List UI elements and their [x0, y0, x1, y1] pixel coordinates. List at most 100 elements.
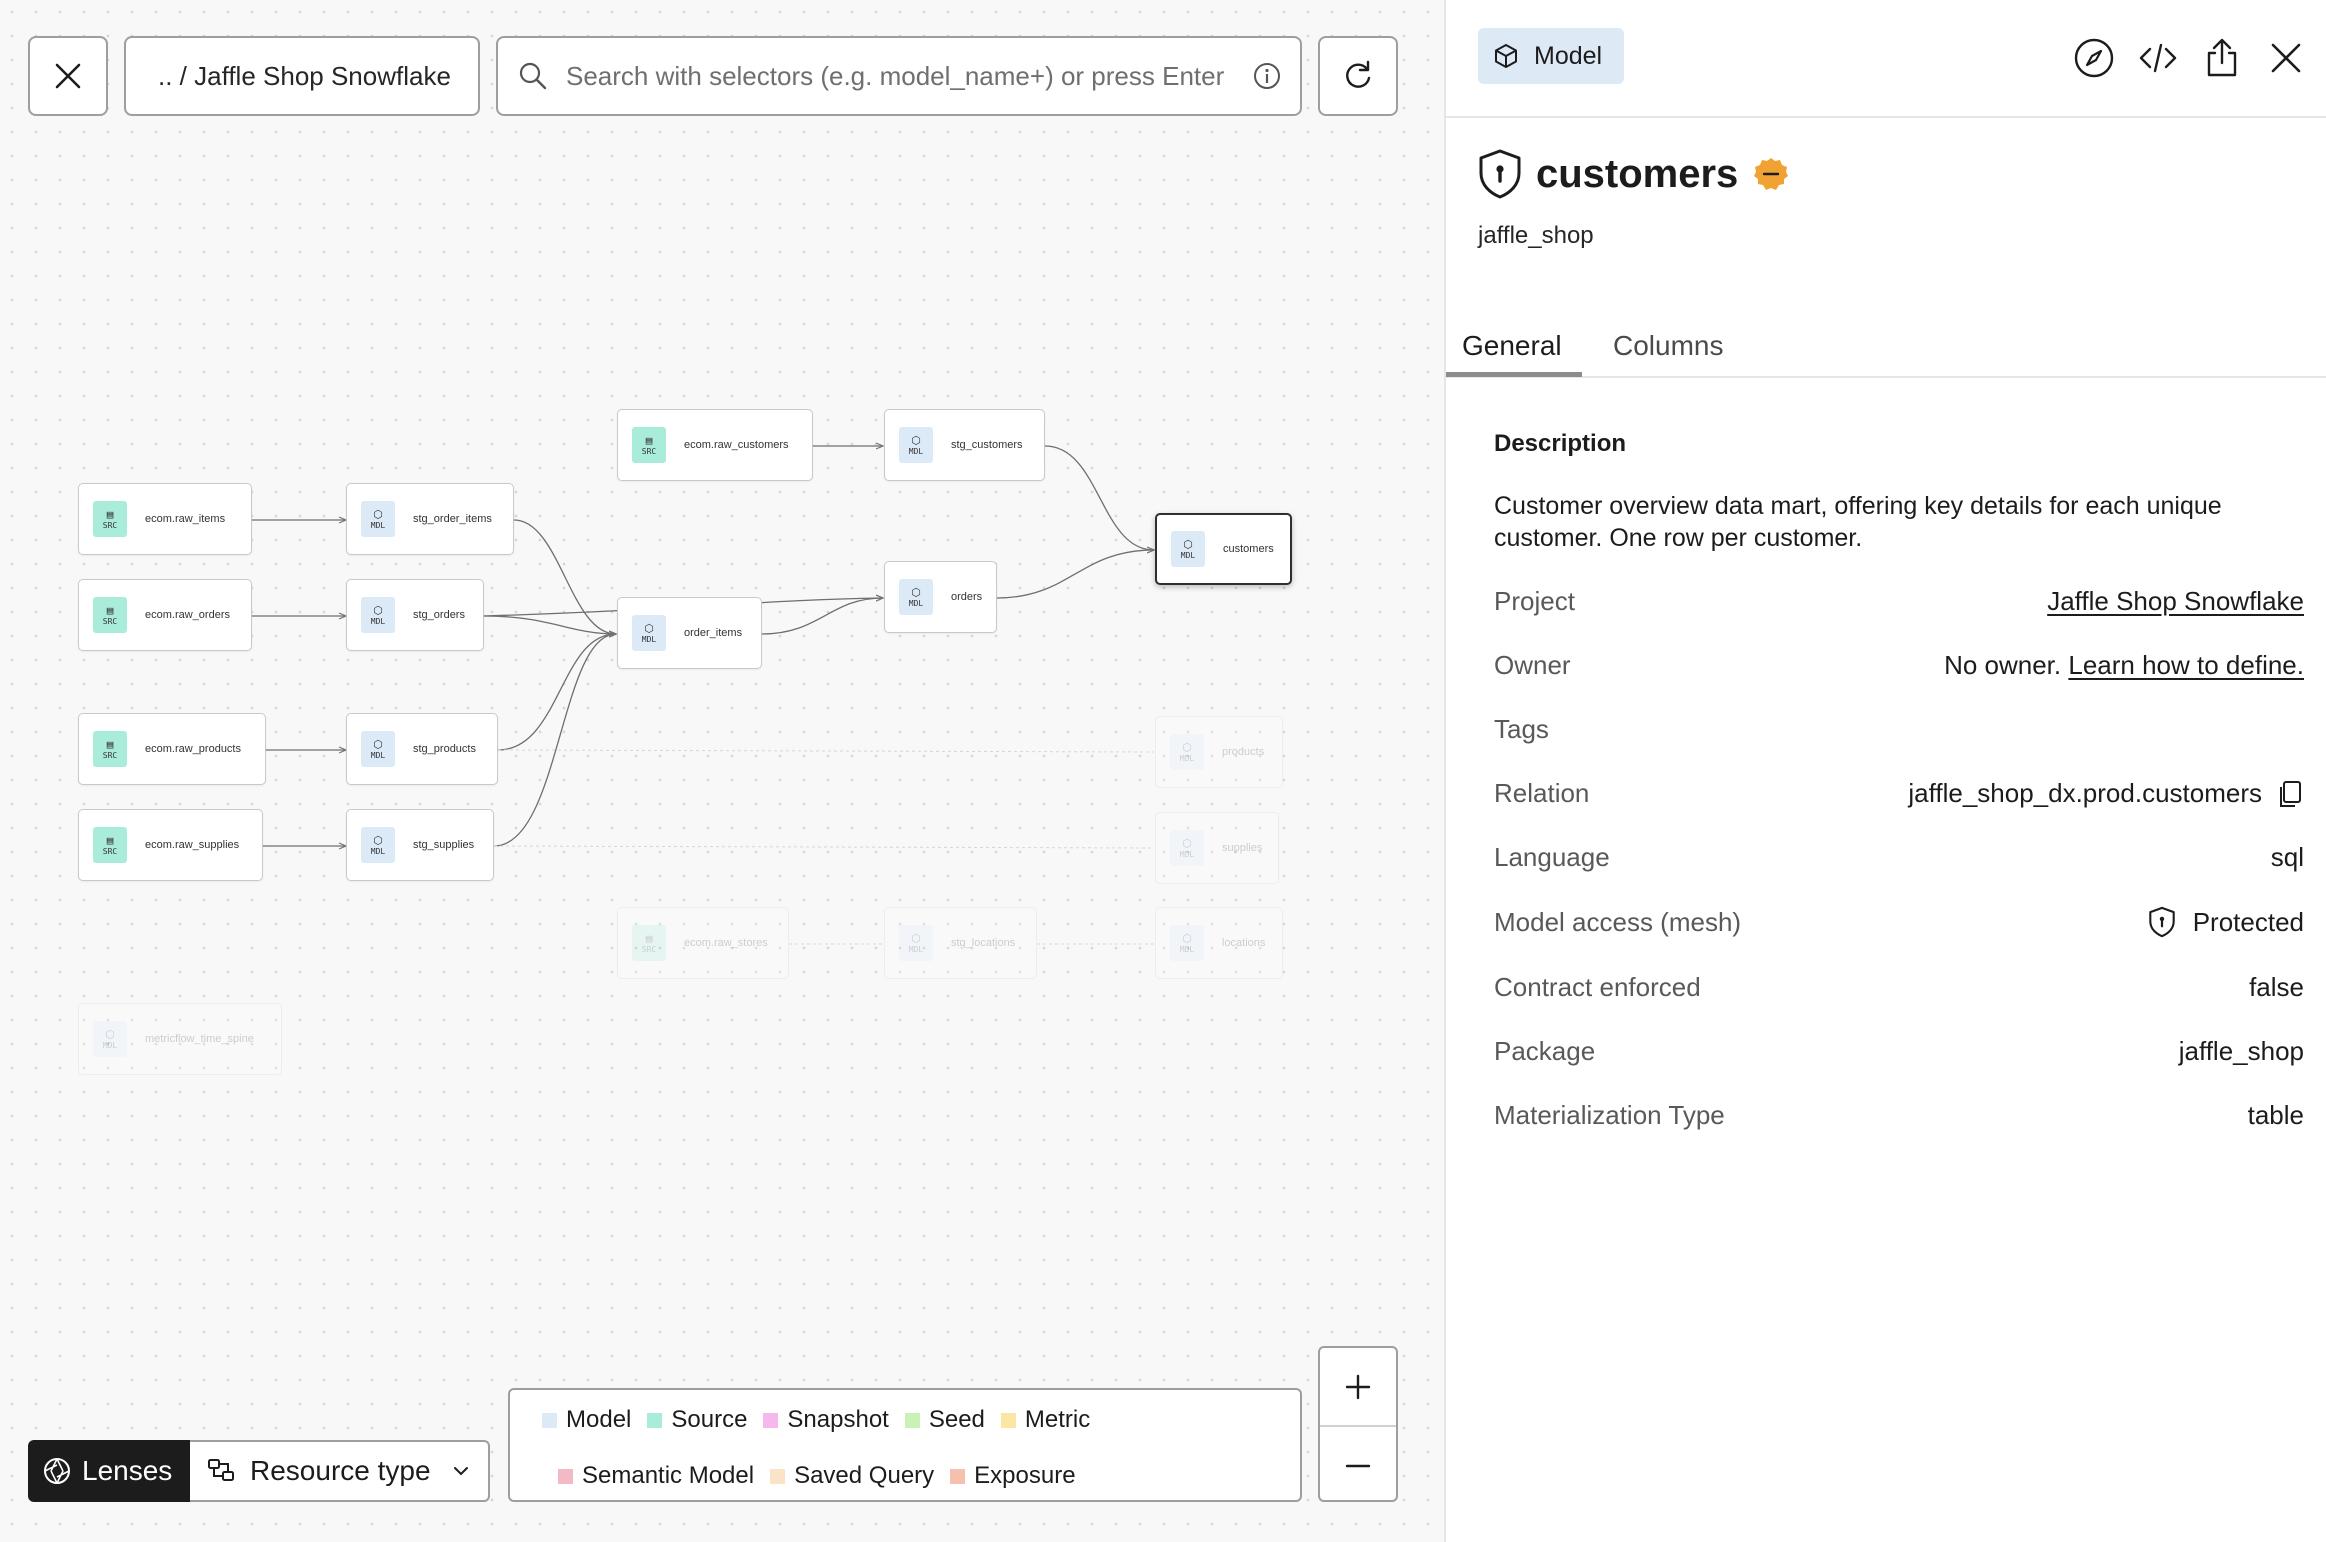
lineage-node[interactable]: ⬡ MDL supplies: [1155, 812, 1279, 884]
lineage-node[interactable]: ⬡ MDL order_items: [617, 597, 762, 669]
aperture-icon: [44, 1458, 70, 1484]
source-badge: ▤ SRC: [93, 827, 127, 863]
legend-item: Metric: [1000, 1406, 1090, 1434]
source-badge: ▤ SRC: [632, 925, 666, 961]
learn-owner-link[interactable]: Learn how to define.: [2068, 650, 2304, 681]
lineage-node[interactable]: ▤ SRC ecom.raw_customers: [617, 409, 813, 481]
node-label: customers: [1223, 543, 1274, 555]
legend-swatch: [542, 1412, 557, 1428]
property-key: Relation: [1494, 778, 1590, 808]
search-input[interactable]: [566, 60, 1242, 92]
lineage-node[interactable]: ⬡ MDL stg_supplies: [346, 809, 494, 881]
model-badge: ⬡ MDL: [361, 827, 395, 863]
materialization-value: table: [2247, 1100, 2304, 1130]
legend: Model Source Snapshot Seed Metric Semant…: [508, 1388, 1302, 1502]
lineage-node[interactable]: ⬡ MDL stg_products: [346, 713, 498, 785]
cube-icon: ⬡: [373, 833, 383, 847]
node-label: ecom.raw_stores: [684, 937, 768, 949]
compass-icon: [2074, 38, 2114, 78]
node-label: stg_products: [413, 743, 476, 755]
model-badge: ⬡ MDL: [361, 597, 395, 633]
lineage-node[interactable]: ⬡ MDL locations: [1155, 907, 1283, 979]
status-warning-icon[interactable]: [1754, 157, 1789, 191]
zoom-in-button[interactable]: [1320, 1348, 1396, 1425]
edge: [497, 634, 616, 751]
lineage-node[interactable]: ▤ SRC ecom.raw_stores: [617, 907, 789, 979]
description-heading: Description: [1494, 430, 1627, 457]
model-badge: ⬡ MDL: [1170, 925, 1204, 961]
model-badge: ⬡ MDL: [1170, 734, 1204, 770]
property-contract: Contract enforced false: [1494, 972, 2304, 1003]
node-label: metricflow_time_spine: [145, 1033, 254, 1045]
cube-icon: ⬡: [373, 737, 383, 751]
info-icon[interactable]: [1252, 61, 1282, 91]
zoom-out-button[interactable]: [1320, 1427, 1396, 1504]
resource-type-dropdown[interactable]: Resource type: [190, 1440, 490, 1502]
view-code-button[interactable]: [2136, 36, 2180, 80]
description-text: Customer overview data mart, offering ke…: [1494, 492, 2222, 552]
close-lineage-button[interactable]: [28, 36, 108, 116]
title-row: customers: [1476, 148, 1789, 200]
breadcrumb[interactable]: .. / Jaffle Shop Snowflake: [124, 36, 480, 116]
access-value: Protected: [2192, 906, 2304, 937]
contract-value: false: [2249, 972, 2304, 1002]
tab-general[interactable]: General: [1462, 330, 1562, 362]
page-title: customers: [1536, 151, 1739, 196]
property-key: Model access (mesh): [1494, 906, 1742, 937]
legend-swatch: [647, 1412, 663, 1428]
refresh-button[interactable]: [1318, 36, 1398, 116]
legend-item: Model: [542, 1406, 631, 1434]
share-button[interactable]: [2200, 36, 2244, 80]
explore-button[interactable]: [2072, 36, 2116, 80]
node-label: ecom.raw_products: [145, 743, 241, 755]
resource-type-chip: Model: [1478, 28, 1624, 84]
cube-icon: [1495, 44, 1517, 68]
lineage-node[interactable]: ▤ SRC ecom.raw_supplies: [78, 809, 263, 881]
search-box[interactable]: [496, 36, 1302, 116]
legend-row: Model Source Snapshot Seed Metric: [542, 1400, 1106, 1440]
language-value: sql: [2270, 842, 2304, 872]
model-badge: ⬡ MDL: [361, 501, 395, 537]
cube-icon: ⬡: [911, 585, 921, 599]
node-label: ecom.raw_supplies: [145, 839, 240, 851]
close-panel-button[interactable]: [2264, 36, 2308, 80]
node-label: supplies: [1222, 842, 1263, 854]
lineage-node-selected[interactable]: ⬡ MDL customers: [1155, 513, 1292, 585]
lineage-node[interactable]: ▤ SRC ecom.raw_items: [78, 483, 252, 555]
property-language: Language sql: [1494, 842, 2304, 873]
edge: [513, 519, 616, 634]
source-badge: ▤ SRC: [93, 731, 127, 767]
lineage-node[interactable]: ▤ SRC ecom.raw_orders: [78, 579, 252, 651]
model-badge: ⬡ MDL: [899, 579, 933, 615]
lineage-node[interactable]: ⬡ MDL stg_locations: [884, 907, 1037, 979]
cube-icon: ⬡: [1183, 537, 1193, 551]
project-link[interactable]: Jaffle Shop Snowflake: [2047, 586, 2304, 617]
cube-icon: ⬡: [373, 603, 383, 617]
node-label: ecom.raw_orders: [145, 609, 230, 621]
legend-item: Saved Query: [770, 1462, 934, 1490]
lineage-node[interactable]: ⬡ MDL metricflow_time_spine: [78, 1003, 282, 1075]
chevron-down-icon: [453, 1467, 468, 1476]
legend-swatch: [904, 1412, 920, 1428]
node-label: stg_supplies: [413, 839, 475, 851]
lineage-node[interactable]: ⬡ MDL stg_customers: [884, 409, 1045, 481]
edge: [761, 598, 883, 635]
lineage-node[interactable]: ▤ SRC ecom.raw_products: [78, 713, 266, 785]
edge: [493, 634, 616, 847]
lineage-node[interactable]: ⬡ MDL orders: [884, 561, 997, 633]
lineage-node[interactable]: ⬡ MDL stg_order_items: [346, 483, 514, 555]
copy-icon[interactable]: [2276, 779, 2304, 809]
share-icon: [2207, 38, 2237, 77]
lenses-button[interactable]: Lenses: [28, 1440, 190, 1502]
lineage-node[interactable]: ⬡ MDL products: [1155, 716, 1283, 788]
legend-item: Exposure: [950, 1462, 1076, 1490]
cube-icon: ⬡: [1182, 740, 1192, 754]
source-badge: ▤ SRC: [93, 597, 127, 633]
plus-icon: [1345, 1374, 1371, 1399]
property-package: Package jaffle_shop: [1494, 1036, 2304, 1067]
lineage-node[interactable]: ⬡ MDL stg_orders: [346, 579, 484, 651]
minus-icon: [1345, 1464, 1371, 1467]
legend-item: Source: [647, 1406, 747, 1434]
cube-icon: ⬡: [911, 931, 921, 945]
tab-columns[interactable]: Columns: [1613, 330, 1723, 362]
